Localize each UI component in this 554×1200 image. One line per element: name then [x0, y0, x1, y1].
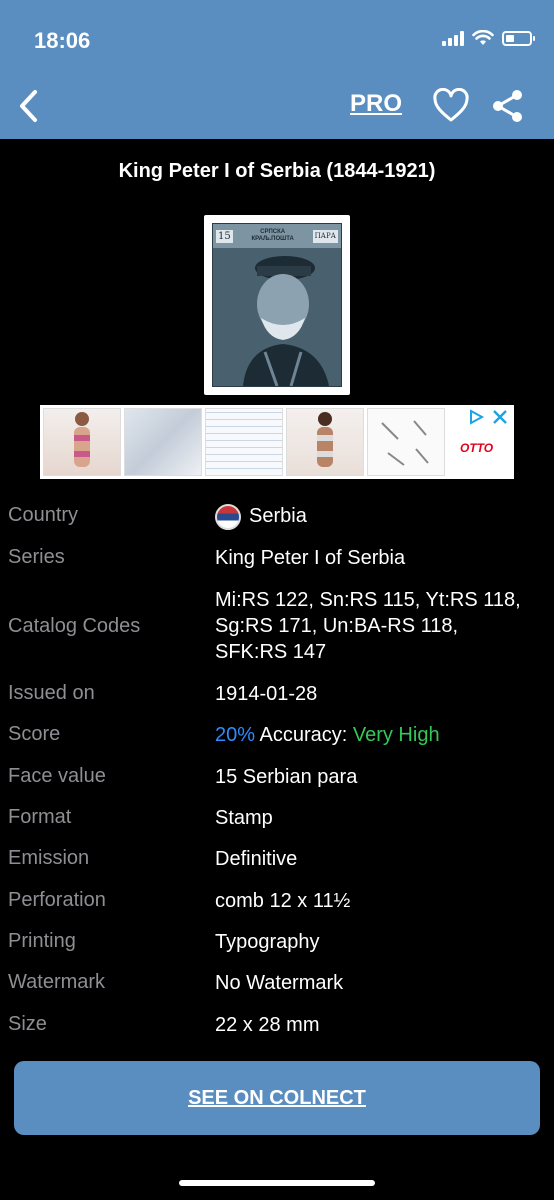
see-on-colnect-button[interactable]: SEE ON COLNECT	[14, 1061, 540, 1135]
stamp-text-line-2: КРАЉ.ПОШТА	[251, 236, 294, 242]
detail-label: Issued on	[8, 682, 95, 704]
detail-row-issued-on: Issued on 1914-01-28	[0, 682, 554, 710]
detail-label: Catalog Codes	[8, 615, 141, 637]
detail-label: Score	[8, 723, 61, 745]
ad-brand-logo: OTTO	[460, 441, 494, 455]
ad-product-2[interactable]	[124, 408, 202, 476]
score-value: 20%	[215, 724, 256, 746]
share-button[interactable]	[490, 88, 526, 124]
catalog-line: Mi:RS 122, Sn:RS 115, Yt:RS 118,	[215, 589, 521, 611]
ad-product-5[interactable]	[367, 408, 445, 476]
catalog-line: SFK:RS 147	[215, 641, 327, 663]
detail-value: comb 12 x 11½	[215, 890, 351, 912]
detail-row-size: Size 22 x 28 mm	[0, 1013, 554, 1041]
detail-row-printing: Printing Typography	[0, 930, 554, 958]
page-title: King Peter I of Serbia (1844-1921)	[118, 160, 436, 182]
detail-value: 22 x 28 mm	[215, 1014, 320, 1036]
ad-model-image	[74, 412, 90, 467]
detail-value[interactable]: Serbia	[215, 503, 307, 530]
detail-row-perforation: Perforation comb 12 x 11½	[0, 889, 554, 917]
ad-model-image	[317, 412, 333, 467]
top-bar: 18:06 PRO	[0, 0, 554, 139]
pro-link[interactable]: PRO	[350, 90, 402, 118]
heart-icon	[433, 87, 469, 122]
accuracy-label: Accuracy:	[259, 724, 348, 746]
favorite-button[interactable]	[432, 87, 470, 124]
catalog-line: Sg:RS 171, Un:BA-RS 118,	[215, 615, 459, 637]
stamp-image[interactable]: 15 СРПСКА КРАЉ.ПОШТА ПАРА	[204, 215, 350, 395]
ad-sketch-image	[381, 420, 429, 466]
detail-row-format: Format Stamp	[0, 806, 554, 834]
detail-row-catalog-codes: Catalog Codes Mi:RS 122, Sn:RS 115, Yt:R…	[0, 588, 554, 668]
share-icon	[493, 90, 522, 122]
detail-label: Series	[8, 546, 65, 568]
back-button[interactable]	[10, 86, 46, 126]
detail-row-watermark: Watermark No Watermark	[0, 971, 554, 999]
detail-row-face-value: Face value 15 Serbian para	[0, 765, 554, 793]
wifi-icon	[472, 30, 494, 45]
detail-row-series[interactable]: Series King Peter I of Serbia	[0, 546, 554, 574]
ad-product-3[interactable]	[205, 408, 283, 476]
detail-label: Perforation	[8, 889, 106, 911]
detail-row-emission: Emission Definitive	[0, 847, 554, 875]
status-icons	[442, 30, 535, 46]
detail-row-score: Score 20% Accuracy: Very High	[0, 723, 554, 751]
detail-value: 15 Serbian para	[215, 766, 358, 788]
detail-label: Watermark	[8, 971, 106, 993]
detail-value[interactable]: King Peter I of Serbia	[215, 545, 405, 571]
detail-value: Definitive	[215, 848, 298, 870]
status-time: 18:06	[34, 28, 91, 53]
detail-label: Printing	[8, 930, 76, 952]
ad-choices-icon[interactable]	[468, 409, 510, 425]
ad-product-4[interactable]	[286, 408, 364, 476]
detail-row-country[interactable]: Country Serbia	[0, 503, 554, 532]
stamp-currency: ПАРА	[312, 229, 338, 243]
detail-label: Size	[8, 1013, 47, 1035]
accuracy-value: Very High	[352, 724, 440, 746]
detail-value: Stamp	[215, 807, 273, 829]
detail-label: Emission	[8, 847, 90, 869]
serbia-flag-icon	[215, 503, 241, 530]
detail-value: 20% Accuracy: Very High	[215, 722, 440, 748]
stamp-artwork: 15 СРПСКА КРАЉ.ПОШТА ПАРА	[212, 223, 342, 387]
detail-label: Country	[8, 504, 79, 526]
chevron-left-icon	[20, 90, 37, 122]
stamp-text-line-1: СРПСКА	[260, 229, 286, 235]
battery-icon	[502, 30, 535, 46]
stamp-value: 15	[216, 229, 233, 243]
ad-banner[interactable]: OTTO	[40, 405, 514, 479]
detail-label: Face value	[8, 765, 106, 787]
king-portrait	[243, 256, 329, 386]
country-name: Serbia	[249, 505, 307, 527]
battery-level	[506, 34, 514, 42]
stamp-top-band: 15 СРПСКА КРАЉ.ПОШТА ПАРА	[213, 224, 341, 248]
ad-product-1[interactable]	[43, 408, 121, 476]
detail-value: 1914-01-28	[215, 683, 318, 705]
detail-value: Typography	[215, 931, 320, 953]
stamp-country-text: СРПСКА КРАЉ.ПОШТА	[251, 229, 293, 243]
detail-label: Format	[8, 806, 72, 828]
detail-value: No Watermark	[215, 972, 344, 994]
detail-value: Mi:RS 122, Sn:RS 115, Yt:RS 118, Sg:RS 1…	[215, 587, 521, 665]
signal-icon	[442, 30, 464, 46]
home-indicator[interactable]	[179, 1180, 375, 1186]
